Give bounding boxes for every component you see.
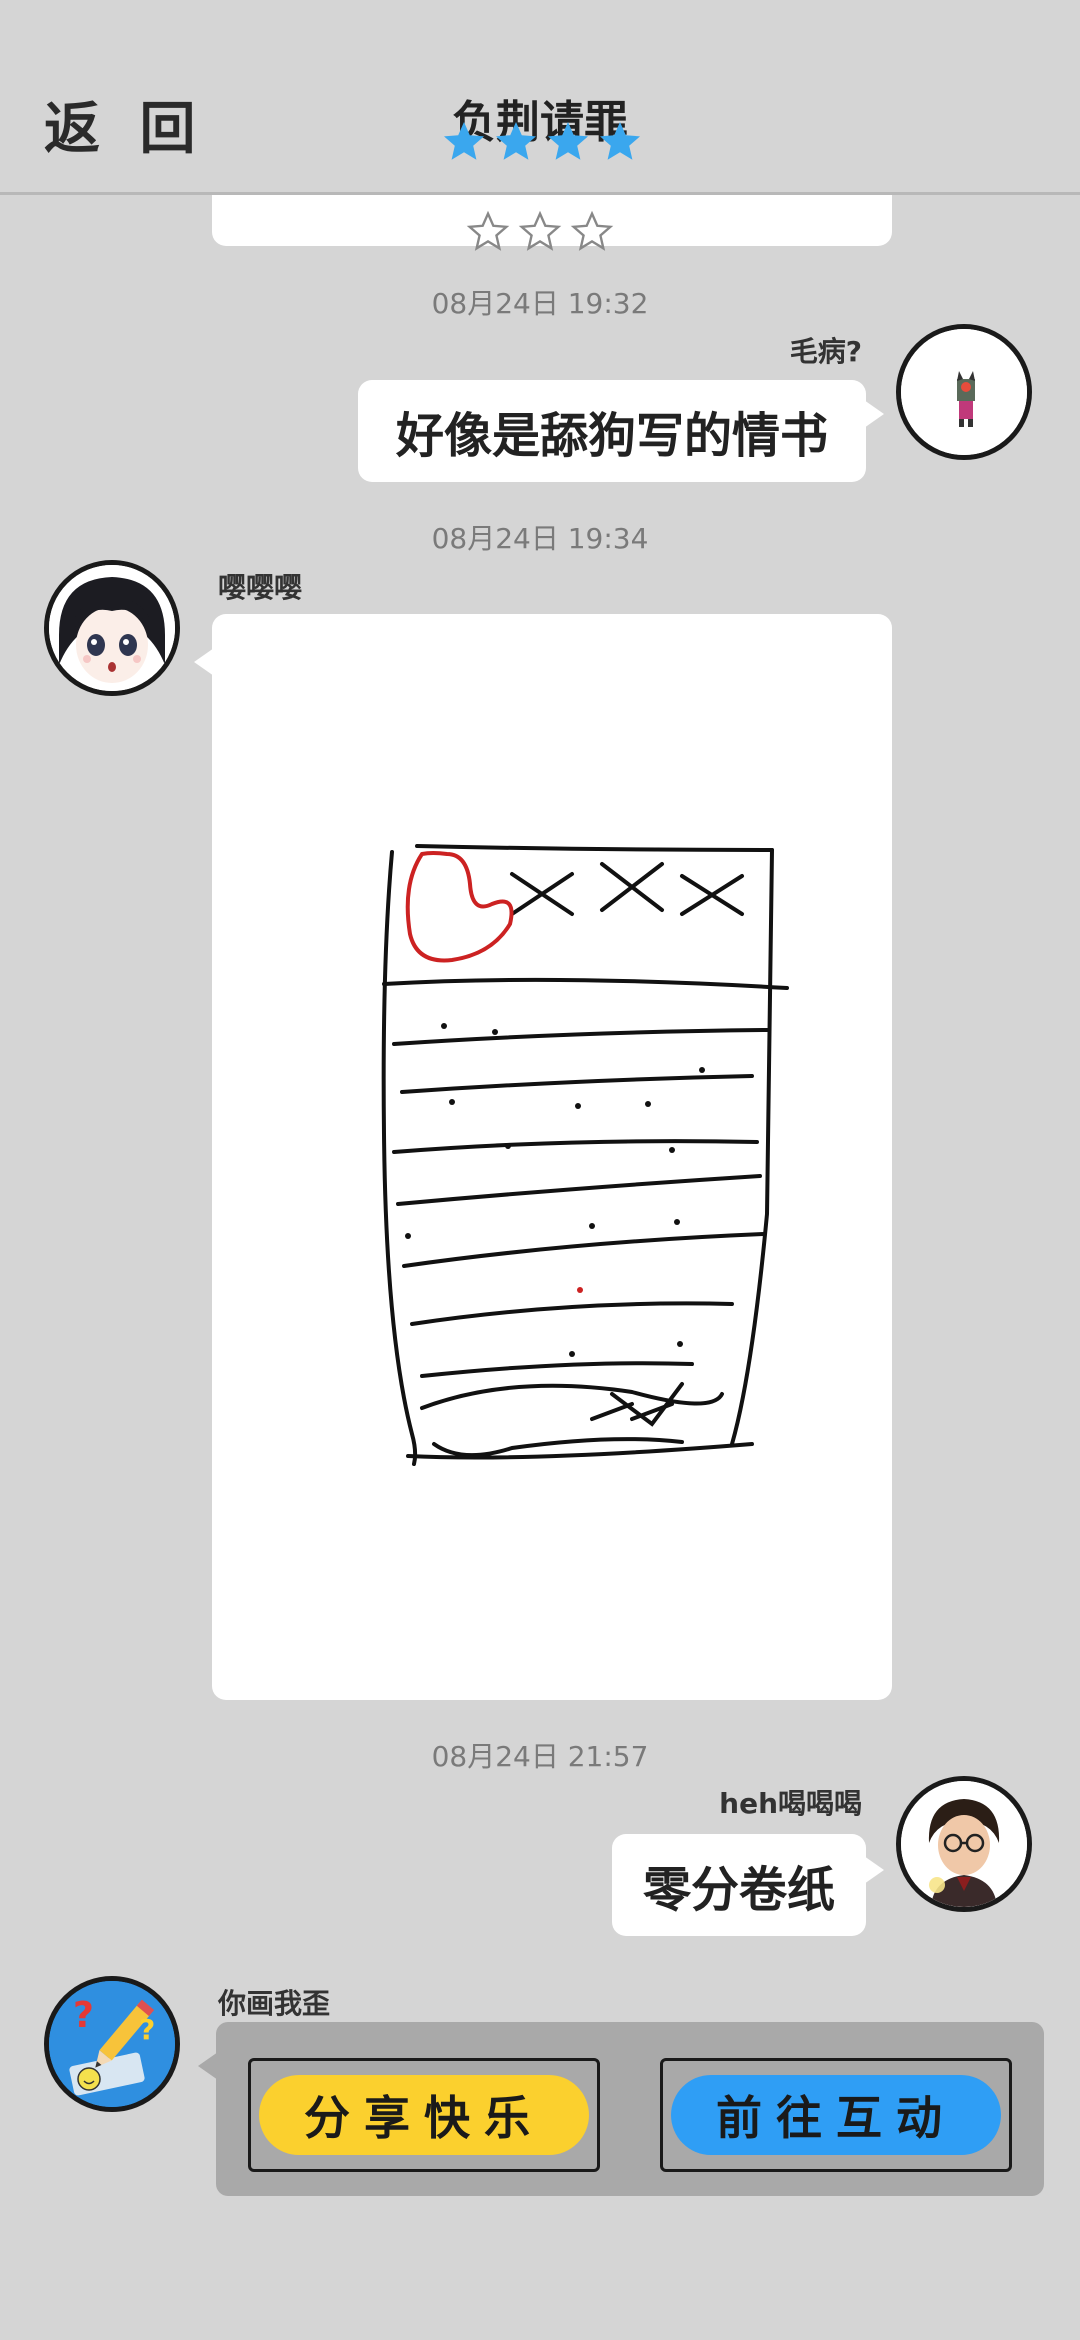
top-bar: 返 回 负荆请罪: [0, 0, 1080, 195]
bubble-tail: [864, 400, 884, 428]
star-filled-icon: [548, 122, 588, 160]
svg-text:?: ?: [73, 1995, 94, 2036]
sender-name: heh喝喝喝: [719, 1787, 862, 1820]
bubble-tail: [198, 2052, 218, 2080]
image-bubble[interactable]: [212, 614, 892, 1700]
goto-interact-button[interactable]: 前往互动: [660, 2058, 1012, 2172]
drawing-image: [381, 844, 789, 1466]
star-outline-icon: [518, 210, 562, 251]
star-filled-icon: [444, 122, 484, 160]
sender-name: 嘤嘤嘤: [218, 571, 303, 604]
rating-stars: [440, 118, 644, 166]
anime-girl-avatar-icon: [49, 565, 175, 691]
avatar[interactable]: [896, 1776, 1032, 1912]
star-outline-icon: [570, 210, 614, 251]
share-joy-label: 分享快乐: [304, 2091, 544, 2145]
character-icon: [901, 329, 1027, 455]
previous-card-stars: [466, 210, 614, 254]
message-timestamp: 08月24日 21:57: [431, 1740, 649, 1773]
message-bubble: 零分卷纸: [612, 1834, 866, 1936]
star-outline-icon: [466, 210, 510, 251]
sender-name: 你画我歪: [218, 1987, 331, 2020]
message-text: 零分卷纸: [642, 1862, 835, 1918]
action-card: 分享快乐 前往互动: [216, 2022, 1044, 2196]
message-text: 好像是舔狗写的情书: [395, 408, 828, 464]
message-timestamp: 08月24日 19:34: [431, 522, 649, 555]
pencil-question-icon: ? ?: [49, 1981, 175, 2107]
bubble-tail: [194, 648, 214, 676]
svg-text:?: ?: [139, 2013, 155, 2046]
goto-interact-label: 前往互动: [716, 2091, 956, 2145]
avatar[interactable]: [44, 560, 180, 696]
wizard-boy-avatar-icon: [901, 1781, 1027, 1907]
star-filled-icon: [600, 122, 640, 160]
message-bubble: 好像是舔狗写的情书: [358, 380, 866, 482]
avatar[interactable]: [896, 324, 1032, 460]
star-filled-icon: [496, 122, 536, 160]
app-screen: 返 回 负荆请罪 08月24日 19:32 毛病? 好像是舔狗写的情书 08月2…: [0, 0, 1080, 2340]
share-joy-button[interactable]: 分享快乐: [248, 2058, 600, 2172]
sender-name: 毛病?: [789, 335, 862, 368]
bubble-tail: [864, 1856, 884, 1884]
message-timestamp: 08月24日 19:32: [431, 287, 649, 320]
avatar[interactable]: ? ?: [44, 1976, 180, 2112]
